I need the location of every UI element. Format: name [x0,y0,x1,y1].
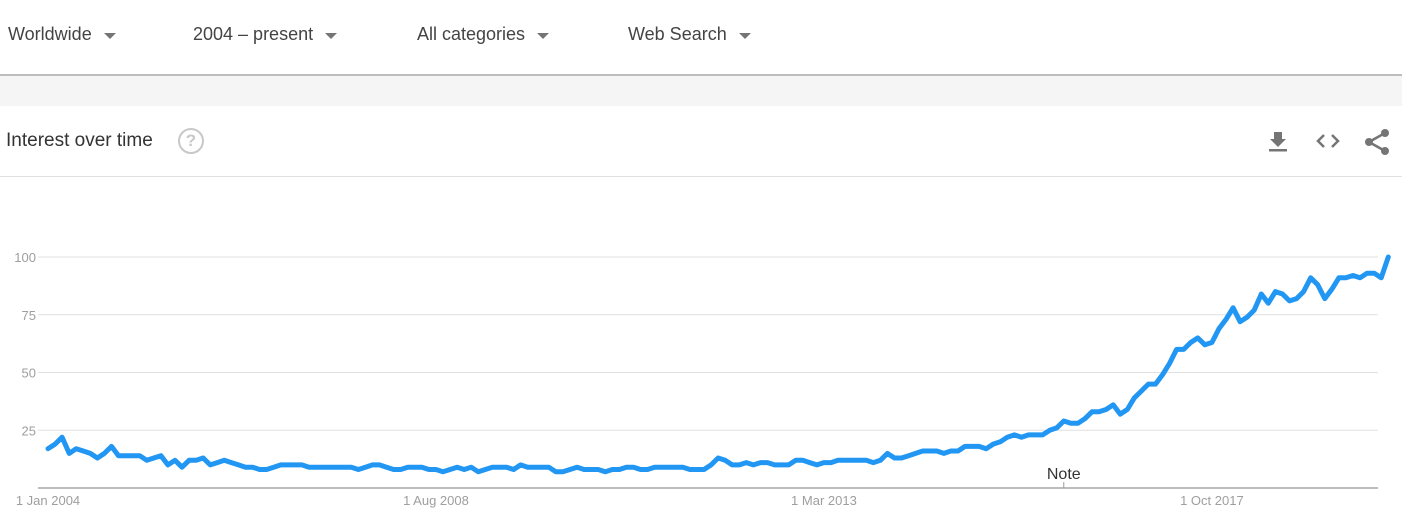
category-filter[interactable]: All categories [417,24,550,45]
chevron-down-icon [738,32,751,39]
x-tick-label: 1 Jan 2004 [16,493,80,508]
x-tick-label: 1 Aug 2008 [403,493,469,508]
y-tick-label: 50 [22,366,36,381]
series-line-interest [45,254,1391,475]
x-tick-label: 1 Mar 2013 [791,493,857,508]
y-tick-label: 100 [14,250,36,265]
section-gap [0,76,1402,106]
time-range-filter-label: 2004 – present [193,24,314,44]
download-icon [1269,132,1287,152]
chevron-down-icon [103,32,116,39]
filter-bar: Worldwide 2004 – present All categories … [0,0,1402,76]
help-circle-icon[interactable]: ? [178,128,204,154]
share-icon [1365,129,1389,155]
x-tick-label: 1 Oct 2017 [1180,493,1244,508]
share-button[interactable] [1364,128,1390,155]
card-title: Interest over time [6,130,153,151]
location-filter[interactable]: Worldwide [8,24,116,45]
embed-code-icon [1316,134,1340,148]
category-filter-label: All categories [417,24,526,44]
search-type-filter[interactable]: Web Search [628,24,751,45]
chevron-down-icon [325,32,338,39]
y-tick-label: 75 [22,308,36,323]
chevron-down-icon [537,32,550,39]
download-button[interactable] [1265,128,1291,154]
y-tick-label: 25 [22,423,36,438]
search-type-filter-label: Web Search [628,24,727,44]
card-header: Interest over time [0,106,1402,177]
location-filter-label: Worldwide [8,24,92,44]
time-range-filter[interactable]: 2004 – present [193,24,338,45]
embed-button[interactable] [1315,128,1341,154]
note-label: Note [1047,466,1081,483]
